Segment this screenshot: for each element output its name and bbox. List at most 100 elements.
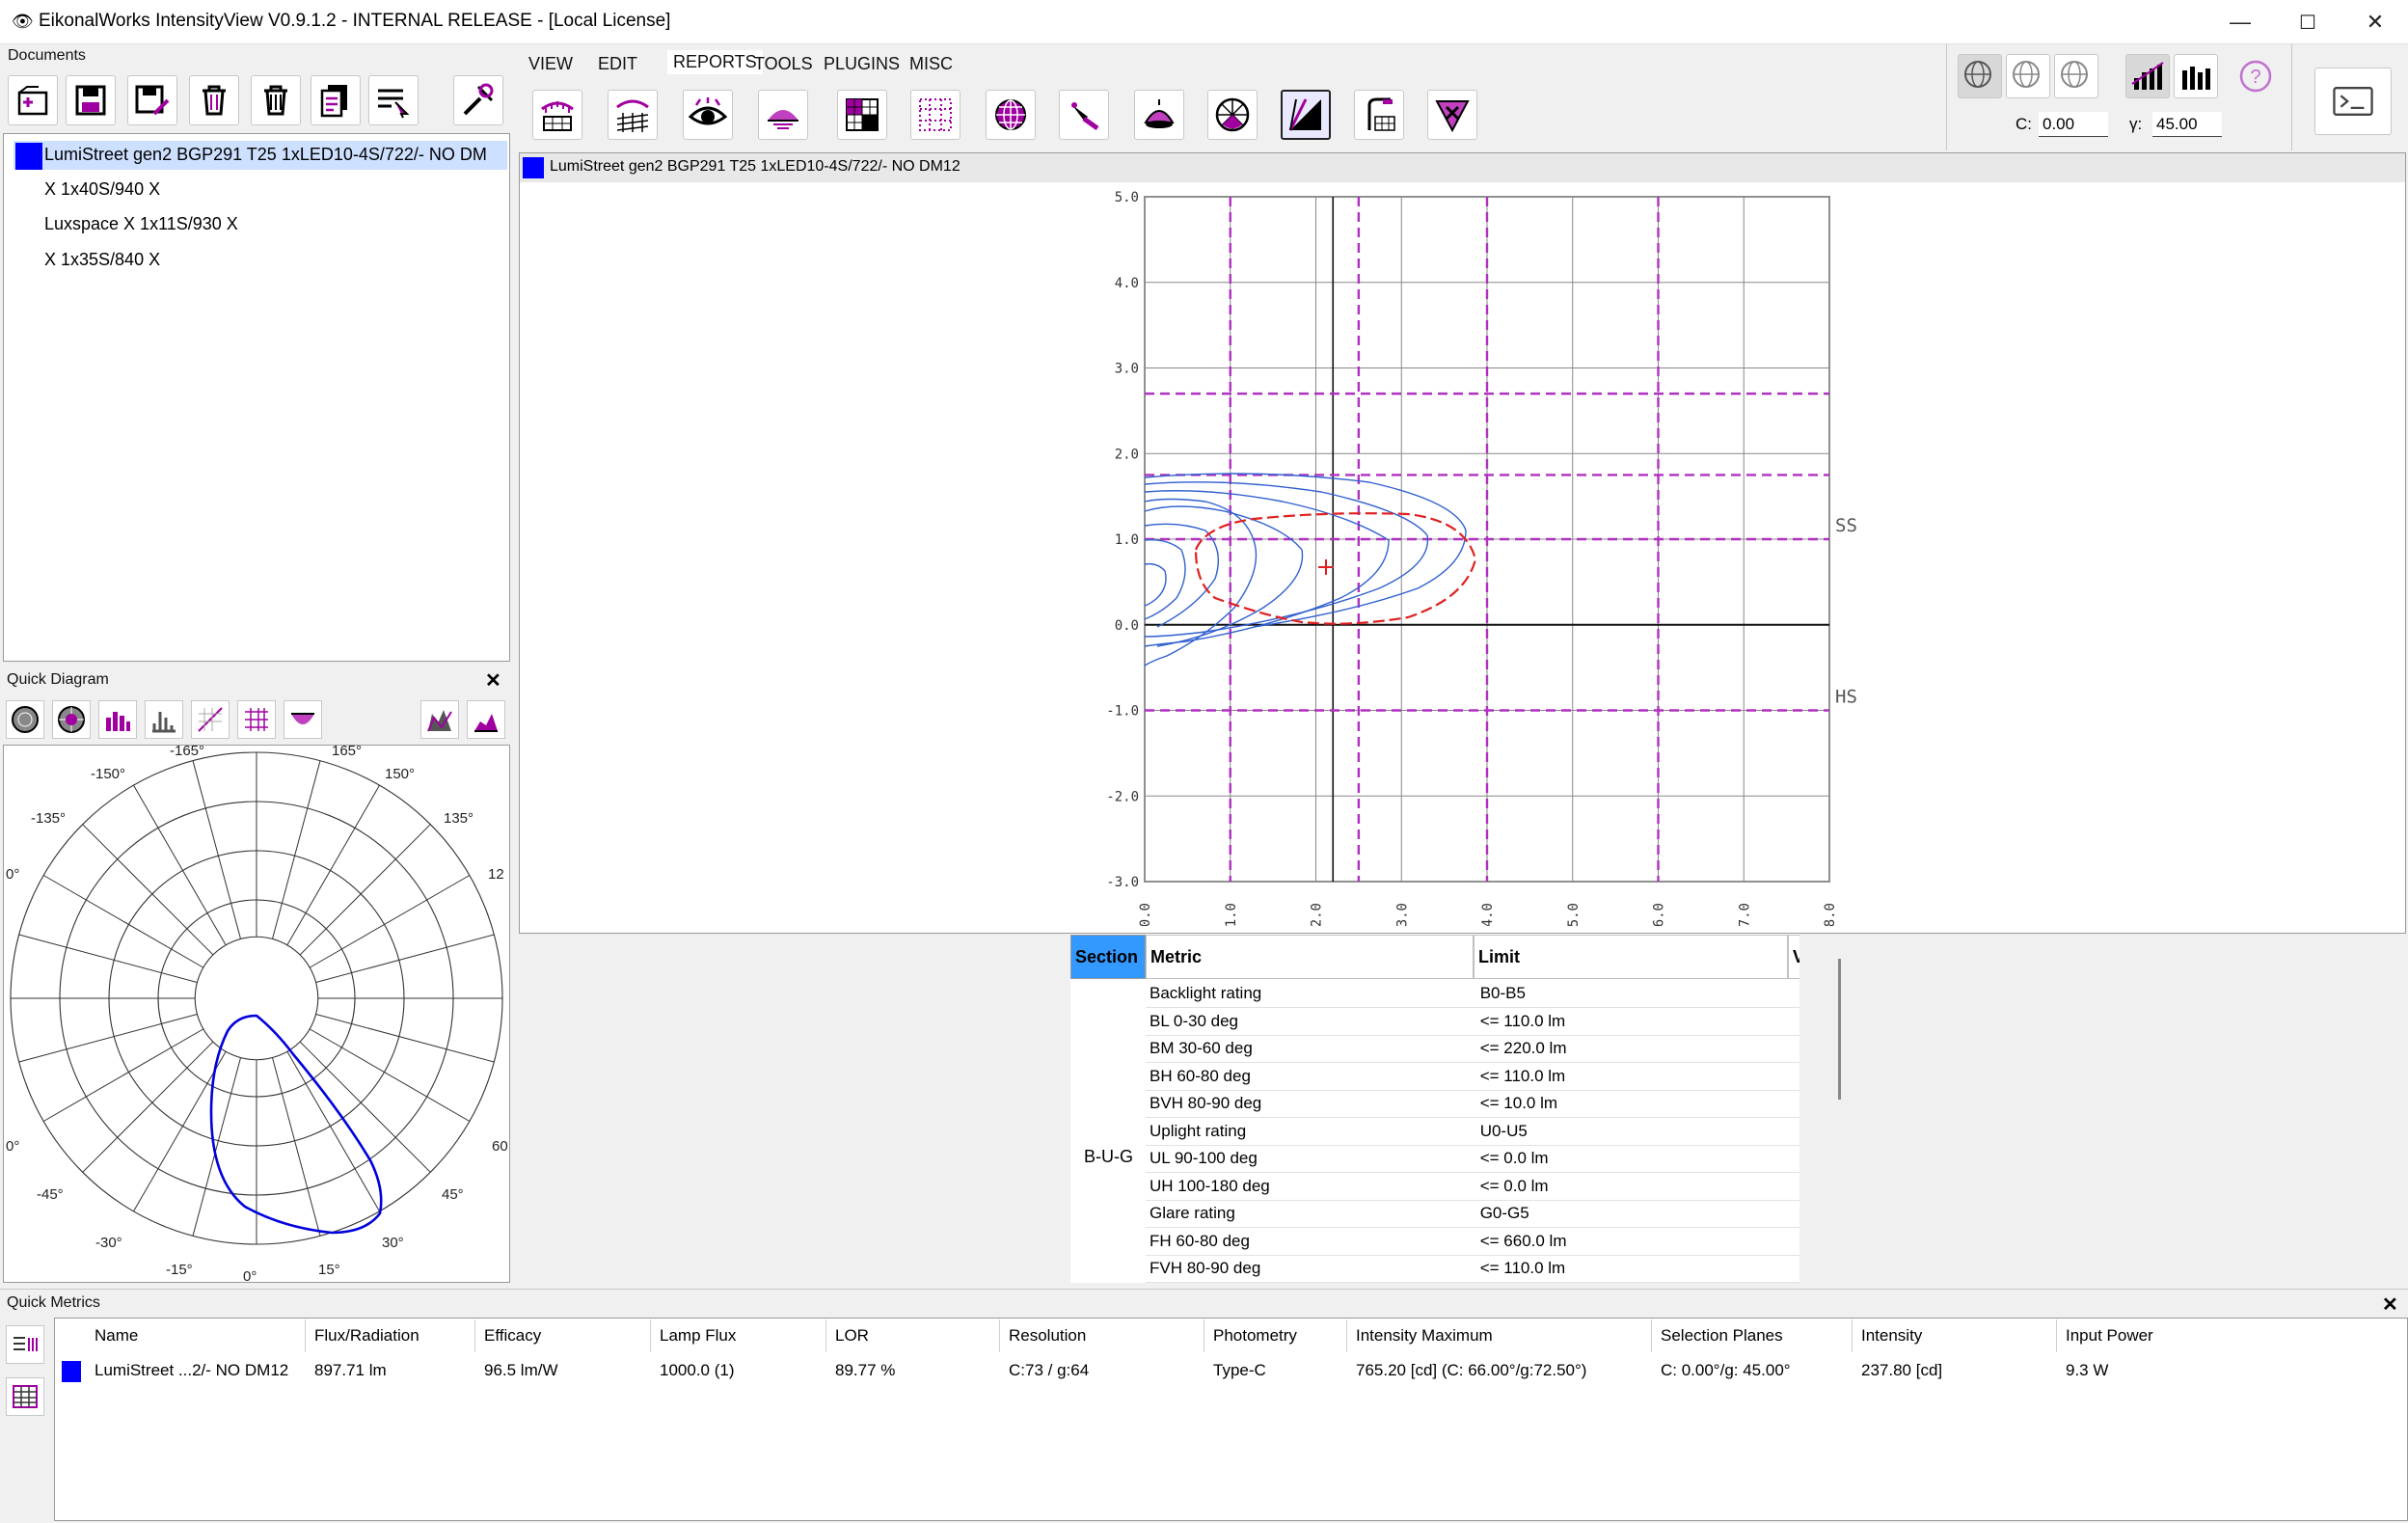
bar-chart-button[interactable] [98, 700, 137, 739]
bug-chart-button[interactable] [1281, 90, 1331, 140]
menu-plugins[interactable]: PLUGINS [824, 54, 900, 74]
linear-chart-button[interactable] [191, 700, 230, 739]
spotlight-button[interactable] [1059, 90, 1109, 140]
menu-reports[interactable]: REPORTS [667, 50, 763, 74]
metric-row[interactable]: Glare ratingG0-G5G0 [1146, 1200, 1799, 1228]
col-header-limit[interactable]: Limit [1474, 935, 1788, 979]
column-separator[interactable] [999, 1319, 1000, 1352]
qm-col-header-input-power[interactable]: Input Power [2066, 1326, 2153, 1346]
metric-row[interactable]: FVH 80-90 deg<= 110.0 lm1.96 lm [1146, 1255, 1799, 1283]
help-button[interactable]: ? [2233, 54, 2278, 98]
cancel-triangle-button[interactable] [1427, 90, 1477, 140]
qm-col-header-lor[interactable]: LOR [835, 1326, 869, 1346]
qm-col-header-resolution[interactable]: Resolution [1009, 1326, 1086, 1346]
globe-cy-button[interactable] [1958, 54, 2002, 98]
metric-row[interactable]: Uplight ratingU0-U5U0 [1146, 1117, 1799, 1146]
globe-ae-icon [2061, 61, 2088, 88]
menu-tools[interactable]: TOOLS [754, 54, 813, 74]
globe-ae-button[interactable] [2054, 54, 2098, 98]
qm-col-header-lamp-flux[interactable]: Lamp Flux [660, 1326, 736, 1346]
area-chart-alt-button[interactable] [467, 700, 505, 739]
add-document-button[interactable] [8, 75, 58, 125]
globe-bd-button[interactable] [2006, 54, 2050, 98]
metric-row[interactable]: BVH 80-90 deg<= 10.0 lm0.63 lm [1146, 1090, 1799, 1118]
metric-name: BL 0-30 deg [1146, 1007, 1476, 1036]
glare-eye-button[interactable] [683, 90, 733, 140]
qm-col-header-photometry[interactable]: Photometry [1213, 1326, 1297, 1346]
qm-col-header-intensity-maximum[interactable]: Intensity Maximum [1356, 1326, 1493, 1346]
column-separator[interactable] [474, 1319, 475, 1352]
column-separator[interactable] [1346, 1319, 1347, 1352]
console-button[interactable] [2314, 68, 2392, 135]
quick-metrics-close[interactable]: ✕ [2382, 1292, 2398, 1317]
histogram-button[interactable] [145, 700, 183, 739]
metric-row[interactable]: FH 60-80 deg<= 660.0 lm169.95 lm [1146, 1227, 1799, 1256]
column-separator[interactable] [305, 1319, 306, 1352]
chart-line-button[interactable] [2125, 54, 2170, 98]
gamma-angle-input[interactable]: 45.00 [2152, 112, 2222, 137]
table-scrollbar[interactable] [1838, 959, 1841, 1100]
delete-button[interactable] [189, 75, 239, 125]
delete-all-button[interactable] [251, 75, 301, 125]
metric-value: 0.00 lm [1793, 1172, 1799, 1201]
column-separator[interactable] [1651, 1319, 1652, 1352]
document-item-2[interactable]: X 1x40S/940 X [44, 179, 160, 200]
minimize-button[interactable]: — [2206, 0, 2274, 44]
qm-col-header-flux-radiation[interactable]: Flux/Radiation [314, 1326, 419, 1346]
isolux-grid-button[interactable] [608, 90, 658, 140]
copy-button[interactable] [311, 75, 361, 125]
globe-button[interactable] [986, 90, 1036, 140]
col-header-section[interactable]: Section [1070, 935, 1146, 979]
qm-col-header-intensity[interactable]: Intensity [1861, 1326, 1922, 1346]
luminance-dome-button[interactable] [758, 90, 808, 140]
metrics-row-color [62, 1361, 81, 1382]
document-item-4[interactable]: X 1x35S/840 X [44, 250, 160, 270]
dome-lamp-button[interactable] [1134, 90, 1184, 140]
qm-col-header-selection-planes[interactable]: Selection Planes [1661, 1326, 1783, 1346]
menu-edit[interactable]: EDIT [598, 54, 637, 74]
col-header-value[interactable]: Value [1788, 935, 1799, 979]
street-lamp-button[interactable] [1354, 90, 1404, 140]
save-icon [75, 85, 106, 116]
qm-col-header-efficacy[interactable]: Efficacy [484, 1326, 541, 1346]
save-button[interactable] [66, 75, 116, 125]
save-as-button[interactable] [127, 75, 177, 125]
metrics-rows: Backlight ratingB0-B5B0BL 0-30 deg<= 110… [1146, 980, 1799, 1283]
area-chart-button[interactable] [420, 700, 459, 739]
column-separator[interactable] [825, 1319, 826, 1352]
col-header-metric[interactable]: Metric [1146, 935, 1474, 979]
grid-chart-button[interactable] [237, 700, 276, 739]
grid-map-button[interactable] [837, 90, 887, 140]
polar-c-button[interactable] [6, 700, 44, 739]
metrics-list-view-button[interactable] [6, 1325, 44, 1364]
metrics-table-view-button[interactable] [6, 1377, 44, 1416]
metric-row[interactable]: UH 100-180 deg<= 0.0 lm0.00 lm [1146, 1172, 1799, 1201]
tools-button[interactable] [453, 75, 503, 125]
maximize-button[interactable]: ☐ [2274, 0, 2341, 44]
qm-col-header-name[interactable]: Name [95, 1326, 138, 1346]
column-separator[interactable] [650, 1319, 651, 1352]
select-settings-button[interactable] [368, 75, 419, 125]
polar-wheel-button[interactable] [1207, 90, 1258, 140]
metric-row[interactable]: Backlight ratingB0-B5B0 [1146, 980, 1799, 1008]
quick-diagram-close[interactable]: ✕ [485, 668, 501, 693]
metric-row[interactable]: BH 60-80 deg<= 110.0 lm50.34 lm [1146, 1062, 1799, 1091]
c-angle-input[interactable]: 0.00 [2039, 112, 2108, 137]
metric-row[interactable]: BM 30-60 deg<= 220.0 lm125.86 lm [1146, 1035, 1799, 1063]
close-button[interactable]: ✕ [2341, 0, 2408, 44]
chart-bar-button[interactable] [2174, 54, 2218, 98]
metric-row[interactable]: BL 0-30 deg<= 110.0 lm78.89 lm [1146, 1007, 1799, 1036]
metric-row[interactable]: UL 90-100 deg<= 0.0 lm0.00 lm [1146, 1145, 1799, 1173]
isolux-floor-button[interactable] [532, 90, 582, 140]
column-separator[interactable] [2056, 1319, 2057, 1352]
document-item-3[interactable]: Luxspace X 1x11S/930 X [44, 214, 238, 234]
polar-gamma-button[interactable] [52, 700, 91, 739]
dome-chart-button[interactable] [284, 700, 322, 739]
document-color-swatch [15, 143, 42, 170]
document-item-1[interactable]: LumiStreet gen2 BGP291 T25 1xLED10-4S/72… [44, 145, 505, 165]
menu-misc[interactable]: MISC [909, 54, 953, 74]
dotted-grid-button[interactable] [910, 90, 960, 140]
menu-view[interactable]: VIEW [528, 54, 573, 74]
ribbon-separator [1946, 44, 1947, 150]
column-separator[interactable] [1852, 1319, 1853, 1352]
